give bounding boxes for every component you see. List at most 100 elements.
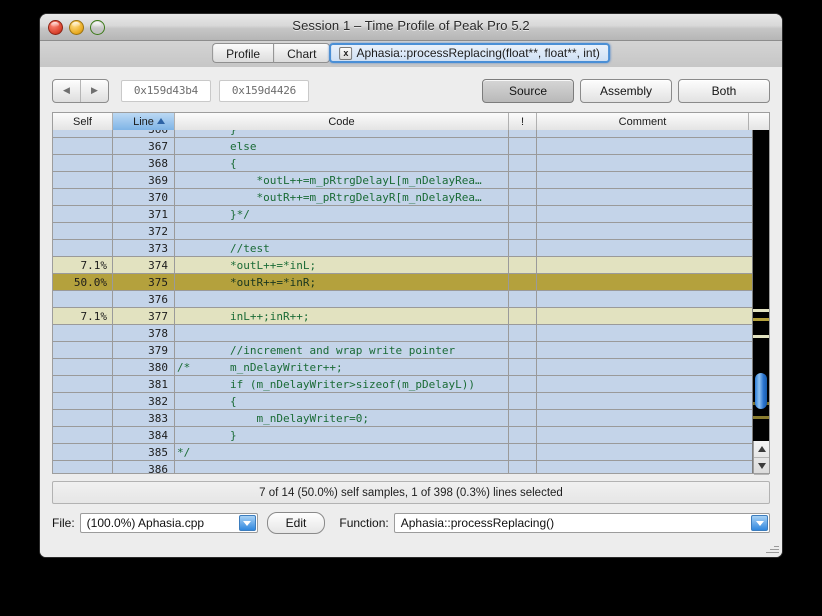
cell-comment <box>537 274 749 290</box>
function-select[interactable]: Aphasia::processReplacing() <box>393 513 770 533</box>
scrollbar-marker <box>753 308 769 312</box>
tab-function-detail-label: Aphasia::processReplacing(float**, float… <box>356 45 600 60</box>
column-header-comment[interactable]: Comment <box>537 113 749 130</box>
cell-bang <box>509 189 537 205</box>
cell-bang <box>509 172 537 188</box>
status-bar: 7 of 14 (50.0%) self samples, 1 of 398 (… <box>52 481 770 504</box>
cell-self <box>53 461 113 473</box>
cell-self <box>53 240 113 256</box>
table-row[interactable]: 376 <box>53 291 753 308</box>
cell-line: 378 <box>113 325 175 341</box>
bottom-bar: File: (100.0%) Aphasia.cpp Edit Function… <box>52 512 770 534</box>
table-row[interactable]: 50.0% 375 *outR++=*inR; <box>53 274 753 291</box>
cell-comment <box>537 427 749 443</box>
table-row[interactable]: 385 */ <box>53 444 753 461</box>
cell-line: 379 <box>113 342 175 358</box>
table-row[interactable]: 378 <box>53 325 753 342</box>
table-row[interactable]: 367 else <box>53 138 753 155</box>
cell-line: 383 <box>113 410 175 426</box>
scrollbar-track[interactable] <box>753 130 769 441</box>
cell-self <box>53 342 113 358</box>
cell-bang <box>509 223 537 239</box>
tab-profile[interactable]: Profile <box>212 43 274 63</box>
cell-line: 373 <box>113 240 175 256</box>
cell-code: *outR++=m_pRtrgDelayR[m_nDelayRea… <box>175 189 509 205</box>
table-row[interactable]: 369 *outL++=m_pRtrgDelayL[m_nDelayRea… <box>53 172 753 189</box>
scroll-down-button[interactable] <box>754 458 769 475</box>
cell-self <box>53 155 113 171</box>
table-row[interactable]: 7.1% 374 *outL++=*inL; <box>53 257 753 274</box>
column-header-bang[interactable]: ! <box>509 113 537 130</box>
address-start-field[interactable]: 0x159d43b4 <box>121 79 211 102</box>
vertical-scrollbar[interactable] <box>752 130 769 475</box>
cell-line: 380 <box>113 359 175 375</box>
sort-ascending-icon <box>157 118 165 124</box>
cell-self <box>53 393 113 409</box>
cell-line: 385 <box>113 444 175 460</box>
edit-button[interactable]: Edit <box>266 512 326 534</box>
cell-self: 7.1% <box>53 257 113 273</box>
scrollbar-buttons <box>753 441 769 475</box>
table-row[interactable]: 371 }*/ <box>53 206 753 223</box>
resize-grip[interactable] <box>766 541 779 554</box>
scroll-up-button[interactable] <box>754 441 769 458</box>
address-end-field[interactable]: 0x159d4426 <box>219 79 309 102</box>
cell-self <box>53 376 113 392</box>
table-row[interactable]: 372 <box>53 223 753 240</box>
both-button[interactable]: Both <box>678 78 770 103</box>
table-row[interactable]: 380/* m_nDelayWriter++; <box>53 359 753 376</box>
scrollbar-thumb[interactable] <box>755 372 767 409</box>
chevron-down-icon[interactable] <box>751 515 768 531</box>
cell-self <box>53 138 113 154</box>
column-header-self[interactable]: Self <box>53 113 113 130</box>
cell-code: *outL++=*inL; <box>175 257 509 273</box>
scrollbar-marker <box>753 416 769 420</box>
cell-comment <box>537 461 749 473</box>
source-listing-table: Self Line Code ! Comment 366 }367 else36… <box>52 112 770 475</box>
cell-comment <box>537 189 749 205</box>
cell-comment <box>537 359 749 375</box>
tab-function-detail[interactable]: x Aphasia::processReplacing(float**, flo… <box>329 43 610 63</box>
file-select[interactable]: (100.0%) Aphasia.cpp <box>79 513 258 533</box>
tab-chart-label: Chart <box>287 47 317 61</box>
table-row[interactable]: 384 } <box>53 427 753 444</box>
nav-forward-button[interactable]: ▶ <box>80 79 108 102</box>
table-row[interactable]: 7.1% 377 inL++;inR++; <box>53 308 753 325</box>
triangle-up-icon <box>757 446 766 452</box>
cell-line: 376 <box>113 291 175 307</box>
table-row[interactable]: 373 //test <box>53 240 753 257</box>
table-row[interactable]: 382 { <box>53 393 753 410</box>
cell-self <box>53 359 113 375</box>
assembly-button[interactable]: Assembly <box>580 78 672 103</box>
triangle-down-icon <box>757 463 766 469</box>
table-row[interactable]: 366 } <box>53 130 753 138</box>
column-header-line[interactable]: Line <box>113 113 175 130</box>
chevron-down-icon[interactable] <box>238 515 256 531</box>
cell-bang <box>509 274 537 290</box>
cell-code: inL++;inR++; <box>175 308 509 324</box>
cell-bang <box>509 461 537 473</box>
column-header-pad <box>749 113 765 130</box>
table-body[interactable]: 366 }367 else368 {369 *outL++=m_pRtrgDel… <box>53 130 753 473</box>
tab-chart[interactable]: Chart <box>273 43 331 63</box>
cell-code <box>175 325 509 341</box>
table-row[interactable]: 381 if (m_nDelayWriter>sizeof(m_pDelayL)… <box>53 376 753 393</box>
close-icon[interactable]: x <box>339 46 353 60</box>
cell-bang <box>509 342 537 358</box>
cell-line: 374 <box>113 257 175 273</box>
table-row[interactable]: 379 //increment and wrap write pointer <box>53 342 753 359</box>
table-row[interactable]: 370 *outR++=m_pRtrgDelayR[m_nDelayRea… <box>53 189 753 206</box>
cell-comment <box>537 240 749 256</box>
table-row[interactable]: 383 m_nDelayWriter=0; <box>53 410 753 427</box>
source-button[interactable]: Source <box>482 78 574 103</box>
cell-comment <box>537 444 749 460</box>
cell-comment <box>537 130 749 137</box>
cell-code: { <box>175 155 509 171</box>
function-label: Function: <box>339 516 389 530</box>
column-header-code[interactable]: Code <box>175 113 509 130</box>
cell-bang <box>509 427 537 443</box>
nav-back-button[interactable]: ◀ <box>53 80 80 102</box>
cell-code: //test <box>175 240 509 256</box>
table-row[interactable]: 368 { <box>53 155 753 172</box>
table-row[interactable]: 386 <box>53 461 753 473</box>
